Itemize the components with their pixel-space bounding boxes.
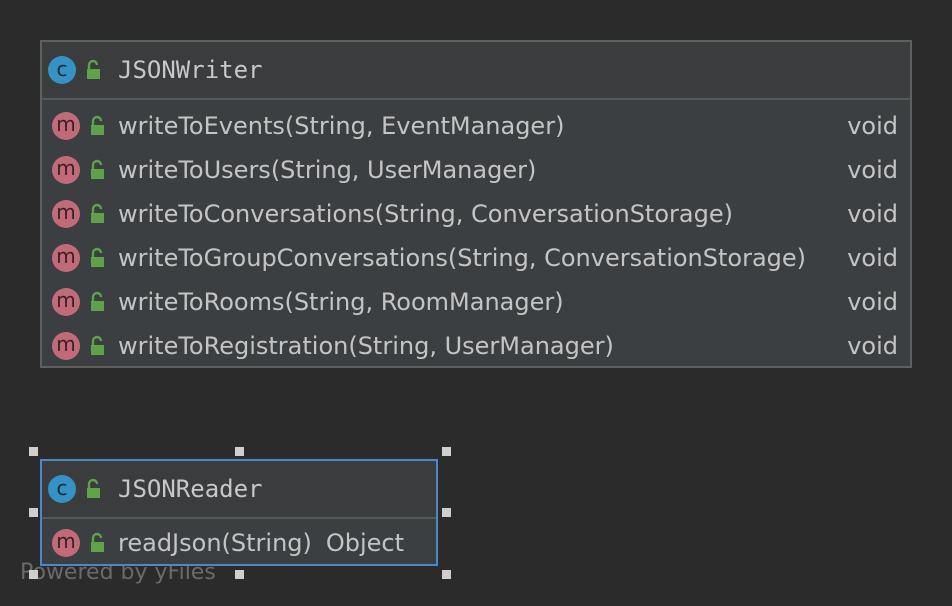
public-lock-icon <box>86 532 108 554</box>
method-return-type: void <box>847 244 898 272</box>
method-row[interactable]: m writeToEvents(String, EventManager) vo… <box>42 104 910 148</box>
method-return-type: Object <box>325 529 405 557</box>
method-icon: m <box>52 529 80 557</box>
method-return-type: void <box>847 200 898 228</box>
method-row[interactable]: m readJson(String) Object <box>42 521 436 565</box>
method-list: m writeToEvents(String, EventManager) vo… <box>42 100 910 368</box>
method-return-type: void <box>847 156 898 184</box>
method-icon: m <box>52 244 80 272</box>
method-signature: writeToRooms(String, RoomManager) <box>118 288 564 316</box>
resize-handle-middle-left[interactable] <box>29 508 38 517</box>
class-icon: c <box>48 475 76 503</box>
public-lock-icon <box>86 247 108 269</box>
class-icon: c <box>48 56 76 84</box>
method-row[interactable]: m writeToRegistration(String, UserManage… <box>42 324 910 368</box>
resize-handle-top-left[interactable] <box>29 447 38 456</box>
method-signature: writeToConversations(String, Conversatio… <box>118 200 733 228</box>
resize-handle-middle-right[interactable] <box>442 508 451 517</box>
method-return-type: void <box>847 112 898 140</box>
method-signature: writeToRegistration(String, UserManager) <box>118 332 614 360</box>
method-return-type: void <box>847 332 898 360</box>
method-icon: m <box>52 332 80 360</box>
method-signature: writeToGroupConversations(String, Conver… <box>118 244 807 272</box>
public-lock-icon <box>82 59 104 81</box>
method-icon: m <box>52 288 80 316</box>
method-list: m readJson(String) Object <box>42 519 436 565</box>
resize-handle-top-center[interactable] <box>235 447 244 456</box>
method-row[interactable]: m writeToRooms(String, RoomManager) void <box>42 280 910 324</box>
method-signature: writeToUsers(String, UserManager) <box>118 156 537 184</box>
method-row[interactable]: m writeToUsers(String, UserManager) void <box>42 148 910 192</box>
method-return-type: void <box>847 288 898 316</box>
method-row[interactable]: m writeToGroupConversations(String, Conv… <box>42 236 910 280</box>
method-signature: readJson(String) <box>118 529 312 557</box>
method-signature: writeToEvents(String, EventManager) <box>118 112 565 140</box>
resize-handle-bottom-right[interactable] <box>442 570 451 579</box>
method-row[interactable]: m writeToConversations(String, Conversat… <box>42 192 910 236</box>
public-lock-icon <box>86 291 108 313</box>
public-lock-icon <box>86 115 108 137</box>
resize-handle-top-right[interactable] <box>442 447 451 456</box>
class-name: JSONWriter <box>118 56 263 84</box>
public-lock-icon <box>86 335 108 357</box>
class-header: c JSONReader <box>42 461 436 519</box>
public-lock-icon <box>86 203 108 225</box>
method-icon: m <box>52 156 80 184</box>
class-node-jsonreader[interactable]: c JSONReader m readJson(String) Object <box>40 459 438 566</box>
class-node-jsonwriter[interactable]: c JSONWriter m writeToEvents(String, Eve… <box>40 40 912 368</box>
resize-handle-bottom-center[interactable] <box>235 570 244 579</box>
method-icon: m <box>52 200 80 228</box>
class-header: c JSONWriter <box>42 42 910 100</box>
resize-handle-bottom-left[interactable] <box>29 570 38 579</box>
public-lock-icon <box>86 159 108 181</box>
class-name: JSONReader <box>118 475 263 503</box>
method-icon: m <box>52 112 80 140</box>
public-lock-icon <box>82 478 104 500</box>
